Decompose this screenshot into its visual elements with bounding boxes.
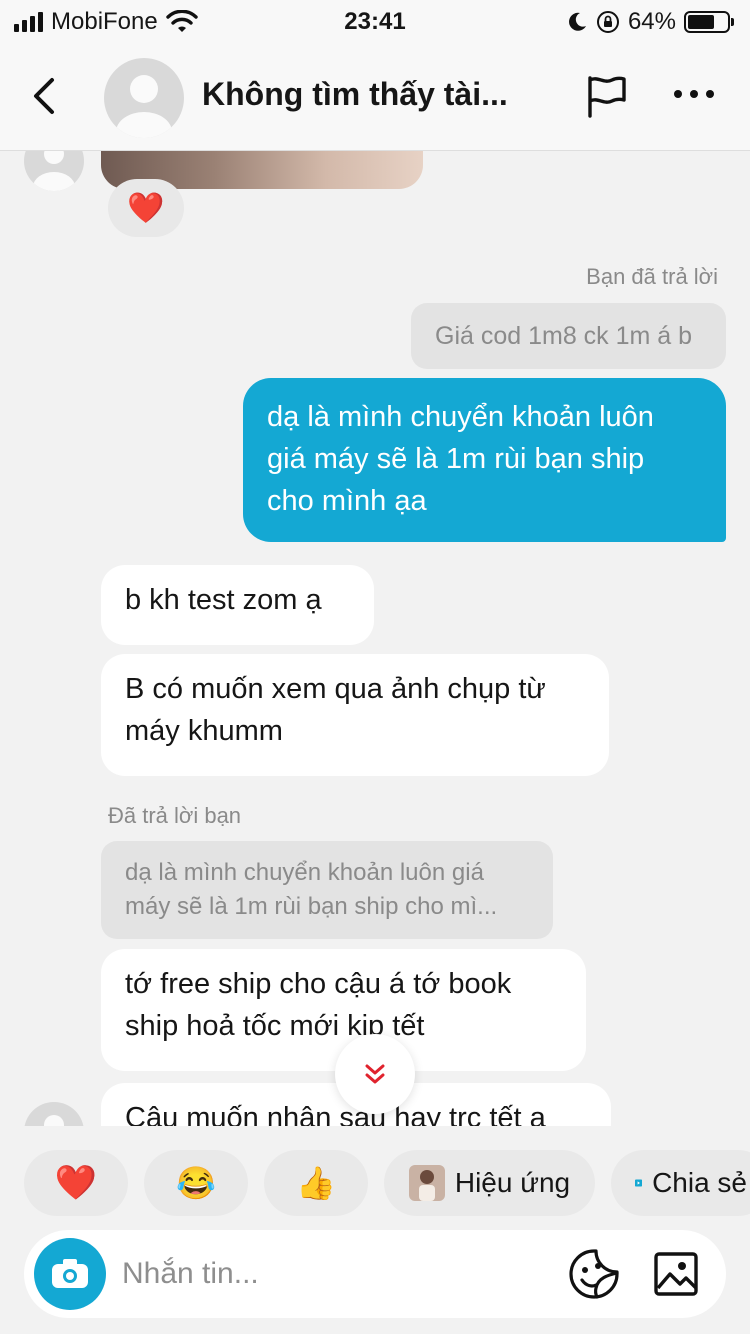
quoted-message-text: Giá cod 1m8 ck 1m á b	[435, 322, 693, 350]
outgoing-message[interactable]: dạ là mình chuyển khoản luôn giá máy sẽ …	[243, 378, 726, 542]
effect-thumbnail-icon	[408, 1165, 445, 1201]
chat-header: Không tìm thấy tài...	[0, 44, 750, 151]
flag-icon[interactable]	[584, 74, 628, 118]
reply-label-them: Đã trả lời bạn	[108, 803, 242, 828]
incoming-message[interactable]: b kh test zom ạ	[101, 565, 374, 645]
scroll-to-bottom-button[interactable]	[335, 1034, 415, 1114]
sender-avatar[interactable]	[24, 151, 84, 191]
battery-percent: 64%	[627, 8, 676, 35]
share-button[interactable]: Chia sẻ	[611, 1150, 750, 1216]
message-line: b kh test zom ạ	[125, 584, 322, 616]
message-line: giá máy sẽ là 1m rùi bạn ship	[267, 443, 645, 475]
quoted-message[interactable]: Giá cod 1m8 ck 1m á b	[411, 303, 726, 369]
default-avatar-icon	[44, 1115, 64, 1126]
quoted-message[interactable]: dạ là mình chuyển khoản luôn giá máy sẽ …	[101, 841, 553, 939]
camera-button[interactable]	[34, 1238, 106, 1310]
message-line: dạ là mình chuyển khoản luôn	[267, 401, 654, 433]
play-icon	[635, 1179, 643, 1187]
quick-reaction-bar: ❤️ 😂 👍 Hiệu ứng Chia sẻ	[24, 1150, 750, 1216]
message-line: máy khumm	[125, 715, 283, 747]
heart-reaction-badge[interactable]: ❤️	[108, 179, 184, 237]
default-avatar-icon	[33, 151, 75, 191]
heart-icon: ❤️	[54, 1164, 98, 1202]
gallery-icon[interactable]	[652, 1250, 700, 1298]
chat-title[interactable]: Không tìm thấy tài...	[202, 76, 508, 113]
share-label: Chia sẻ	[652, 1167, 747, 1198]
thumbs-up-icon: 👍	[296, 1165, 336, 1201]
sender-avatar[interactable]	[24, 1102, 84, 1126]
quick-thumbs-up-button[interactable]: 👍	[264, 1150, 368, 1216]
effects-label: Hiệu ứng	[454, 1167, 571, 1198]
sticker-icon[interactable]	[568, 1248, 620, 1300]
rotation-lock-icon	[596, 11, 619, 33]
laughing-face-icon: 😂	[176, 1165, 216, 1201]
message-line: B có muốn xem qua ảnh chụp từ	[125, 673, 546, 705]
reply-label-you: Bạn đã trả lời	[586, 264, 718, 289]
status-right: 64%	[566, 8, 734, 36]
message-line: tớ free ship cho cậu á tớ book	[125, 968, 512, 1000]
quick-heart-button[interactable]: ❤️	[24, 1150, 128, 1216]
message-input[interactable]	[122, 1252, 542, 1296]
moon-icon	[569, 12, 586, 31]
camera-icon	[52, 1259, 88, 1288]
message-line: cho mình ạa	[267, 485, 427, 517]
status-bar: MobiFone 23:41 64%	[0, 0, 750, 44]
message-composer	[24, 1230, 726, 1318]
default-avatar-icon	[116, 75, 172, 138]
contact-avatar[interactable]	[104, 58, 184, 138]
incoming-message[interactable]: B có muốn xem qua ảnh chụp từ máy khumm	[101, 654, 609, 776]
quoted-message-text: máy sẽ là 1m rùi bạn ship cho mì...	[125, 893, 498, 920]
double-chevron-down-icon	[365, 1064, 385, 1084]
quoted-message-text: dạ là mình chuyển khoản luôn giá	[125, 859, 484, 886]
quick-laugh-button[interactable]: 😂	[144, 1150, 248, 1216]
back-arrow-icon[interactable]	[26, 74, 66, 118]
more-options-icon[interactable]	[670, 82, 718, 106]
message-line: ship hoả tốc mới kịp tết	[125, 1010, 425, 1042]
effects-button[interactable]: Hiệu ứng	[384, 1150, 595, 1216]
battery-icon	[684, 11, 734, 33]
message-list[interactable]: ❤️ Bạn đã trả lời Giá cod 1m8 ck 1m á b …	[0, 151, 750, 1126]
